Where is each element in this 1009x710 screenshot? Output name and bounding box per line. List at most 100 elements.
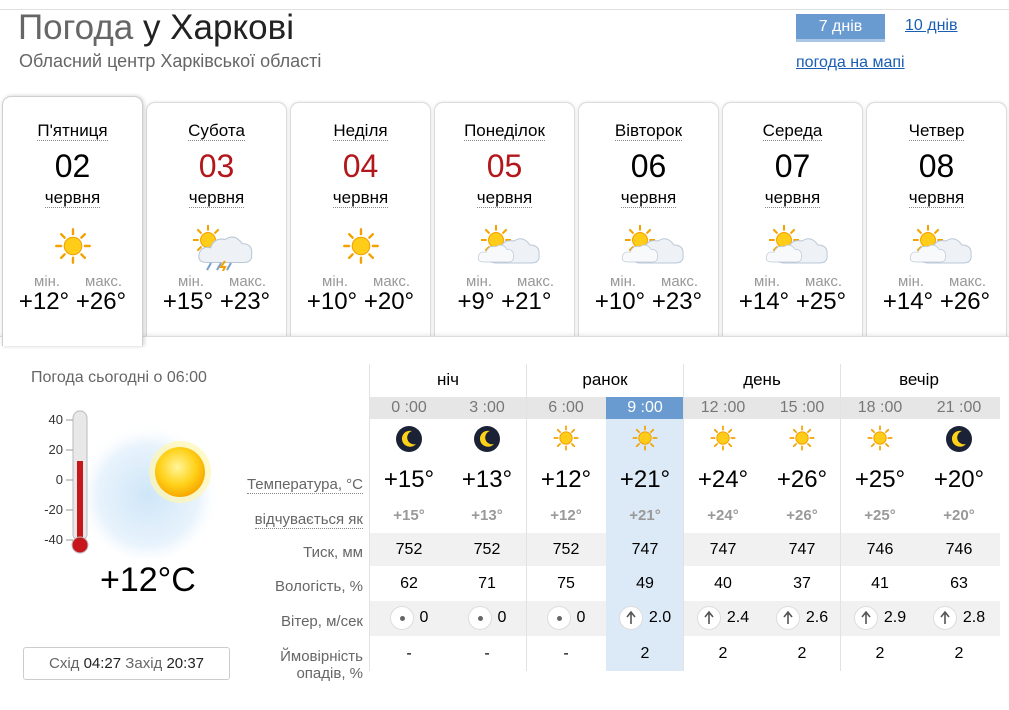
wind-speed: 2.0 xyxy=(648,609,672,626)
hour-humidity: 37 xyxy=(793,575,811,592)
day-month: червня xyxy=(44,188,101,208)
day-temps: +12° +26° xyxy=(3,288,142,316)
thermometer-icon: 40 20 0 -20 -40 xyxy=(44,410,89,554)
period-header: вечір xyxy=(899,370,939,389)
hour-wind: 2.6 xyxy=(763,606,841,634)
hour-humidity: 41 xyxy=(871,575,889,592)
hour-wind: 0 xyxy=(527,606,605,634)
day-tab-03[interactable]: Субота 03 червня мін. макс. +15° +23° xyxy=(146,102,287,336)
partly-cloudy-icon xyxy=(753,221,833,271)
wind-speed: 2.4 xyxy=(726,609,750,626)
sun-icon xyxy=(841,424,919,454)
day-name: Понеділок xyxy=(464,121,545,141)
thermometer-tick: 0 xyxy=(56,472,63,487)
day-tab-04[interactable]: Неділя 04 червня мін. макс. +10° +20° xyxy=(290,102,431,336)
hour-pressure: 746 xyxy=(945,541,973,558)
hour-wind: 2.0 xyxy=(606,606,684,634)
sun-icon xyxy=(684,424,762,454)
hour-wind: 2.4 xyxy=(684,606,762,634)
day-name: Субота xyxy=(188,121,245,141)
hour-time: 6 :00 xyxy=(548,399,584,416)
row-label-temperature: Температура, °C xyxy=(246,476,363,494)
day-tab-05[interactable]: Понеділок 05 червня мін. макс. +9° +21° xyxy=(434,102,575,336)
moon-icon xyxy=(920,424,998,454)
hour-wind: 2.9 xyxy=(841,606,919,634)
7-days-button[interactable]: 7 днів xyxy=(796,14,885,42)
day-temps: +10° +23° xyxy=(579,288,718,316)
hour-humidity: 62 xyxy=(400,575,418,592)
hour-humidity: 49 xyxy=(636,575,654,592)
hour-precipitation: 2 xyxy=(954,645,964,662)
hour-pressure: 747 xyxy=(788,541,816,558)
hour-feels-like: +24° xyxy=(707,507,739,524)
hour-pressure: 746 xyxy=(866,541,894,558)
hour-pressure: 752 xyxy=(473,541,501,558)
wind-speed: 2.9 xyxy=(883,609,907,626)
calm-wind-icon xyxy=(546,606,571,630)
day-month: червня xyxy=(620,188,677,208)
min-temp: +15° xyxy=(162,288,214,315)
hour-time: 12 :00 xyxy=(700,399,746,416)
hour-precipitation: 2 xyxy=(718,645,728,662)
hour-time: 0 :00 xyxy=(391,399,427,416)
day-name: Четвер xyxy=(908,121,965,141)
hour-temperature: +24° xyxy=(697,466,749,493)
day-temps: +10° +20° xyxy=(291,288,430,316)
hour-feels-like: +26° xyxy=(786,507,818,524)
hour-feels-like: +20° xyxy=(943,507,975,524)
wind-speed: 0 xyxy=(497,609,507,626)
wind-speed: 0 xyxy=(419,609,429,626)
title-prefix: Погода xyxy=(18,8,134,47)
hour-temperature: +25° xyxy=(854,466,906,493)
hour-humidity: 75 xyxy=(557,575,575,592)
calm-wind-icon xyxy=(467,606,492,630)
day-month: червня xyxy=(188,188,245,208)
sun-icon xyxy=(321,221,401,271)
day-tab-08[interactable]: Четвер 08 червня мін. макс. +14° +26° xyxy=(866,102,1007,336)
min-temp: +9° xyxy=(457,288,495,315)
hour-wind: 0 xyxy=(370,606,448,634)
day-name: Вівторок xyxy=(614,121,683,141)
max-temp: +20° xyxy=(363,288,415,315)
row-label-pressure: Тиск, мм xyxy=(303,544,363,561)
day-tab-07[interactable]: Середа 07 червня мін. макс. +14° +25° xyxy=(722,102,863,336)
sun-icon xyxy=(33,221,113,271)
hour-temperature: +26° xyxy=(776,466,828,493)
hour-time: 21 :00 xyxy=(936,399,982,416)
weather-map-link[interactable]: погода на мапі xyxy=(796,54,905,72)
min-temp: +10° xyxy=(594,288,646,315)
hour-feels-like: +12° xyxy=(550,507,582,524)
max-temp: +26° xyxy=(75,288,127,315)
min-temp: +14° xyxy=(882,288,934,315)
wind-speed: 0 xyxy=(576,609,586,626)
day-month: червня xyxy=(476,188,533,208)
wind-direction-arrow-icon xyxy=(618,606,643,630)
day-temps: +14° +25° xyxy=(723,288,862,316)
partly-cloudy-icon xyxy=(465,221,545,271)
day-tab-06[interactable]: Вівторок 06 червня мін. макс. +10° +23° xyxy=(578,102,719,336)
day-number: 05 xyxy=(486,148,523,184)
hour-humidity: 71 xyxy=(478,575,496,592)
row-label-precipitation-2: опадів, % xyxy=(296,665,363,682)
page-title: Погода у Харкові xyxy=(18,8,294,48)
row-label-humidity: Вологість, % xyxy=(275,578,363,595)
10-days-link[interactable]: 10 днів xyxy=(905,17,957,35)
title-city: у Харкові xyxy=(142,8,294,47)
hour-pressure: 747 xyxy=(631,541,659,558)
hour-wind: 0 xyxy=(448,606,526,634)
thermometer-tick: -20 xyxy=(44,502,63,517)
sunset-label: Захід xyxy=(125,655,163,672)
sun-icon xyxy=(606,424,684,454)
period-header: день xyxy=(743,370,781,389)
current-temperature: +12°C xyxy=(100,561,196,599)
moon-icon xyxy=(370,424,448,454)
hour-pressure: 752 xyxy=(552,541,580,558)
hour-feels-like: +21° xyxy=(629,507,661,524)
hour-temperature: +21° xyxy=(619,466,671,493)
hour-time: 9 :00 xyxy=(627,399,663,416)
day-number: 04 xyxy=(342,148,379,184)
min-temp: +14° xyxy=(738,288,790,315)
thermometer-tick: -40 xyxy=(44,532,63,547)
hour-precipitation: 2 xyxy=(875,645,885,662)
day-tab-02[interactable]: П'ятниця 02 червня мін. макс. +12° +26° xyxy=(2,96,143,346)
